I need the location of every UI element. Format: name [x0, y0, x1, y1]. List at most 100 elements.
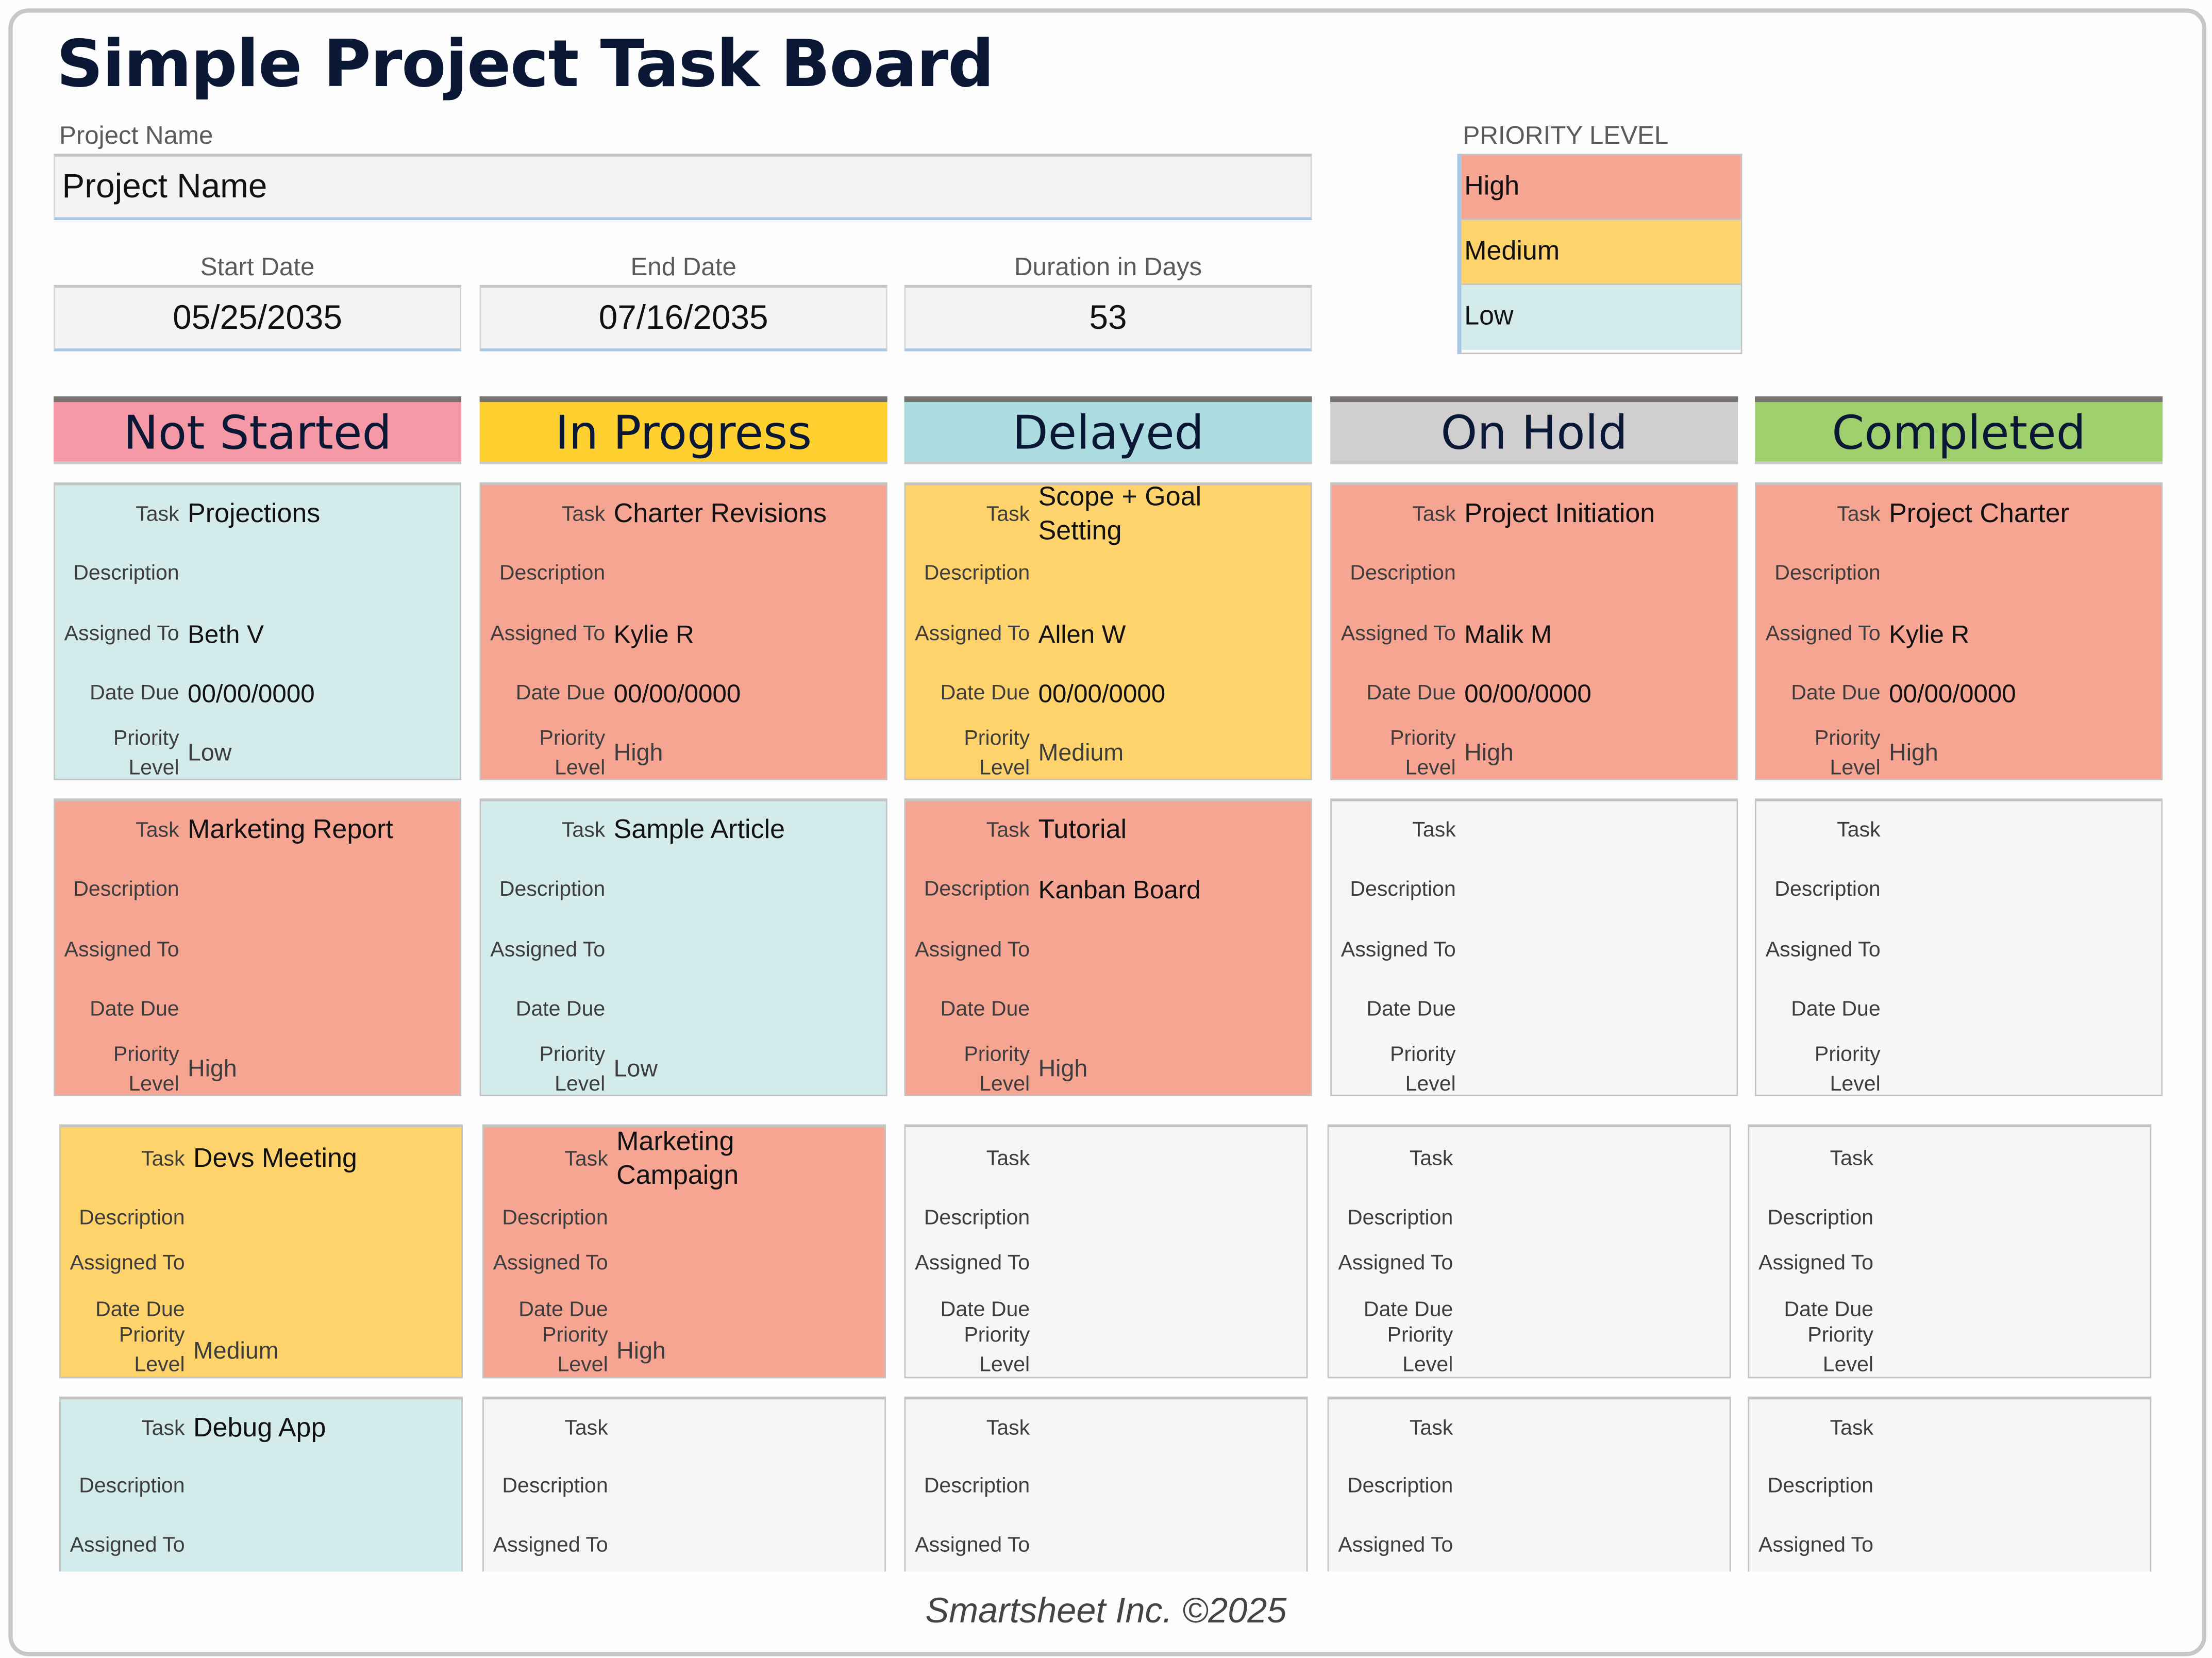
- project-name-field[interactable]: Project Name: [54, 154, 1312, 221]
- assigned-to-value[interactable]: Malik M: [1456, 618, 1552, 650]
- priority-value[interactable]: Low: [179, 738, 231, 768]
- task-card[interactable]: Task Sample Article Description Assigned To…: [479, 798, 887, 1096]
- priority-value[interactable]: Low: [605, 1054, 658, 1084]
- task-card[interactable]: Task Description Assigned To: [1327, 1396, 1731, 1572]
- priority-level-label: Priority Level: [55, 1040, 179, 1099]
- task-card[interactable]: Task Description Assigned To Date Due Priori…: [904, 1124, 1308, 1380]
- priority-level-label: Priority Level: [1332, 724, 1456, 783]
- task-card[interactable]: Task Marketing Campaign Description Assigne…: [482, 1124, 886, 1379]
- assigned-to-value[interactable]: Beth V: [179, 618, 264, 650]
- task-value[interactable]: Debug App: [185, 1412, 326, 1446]
- task-value[interactable]: Marketing Report: [179, 814, 393, 848]
- assigned-to-label: Assigned To: [915, 1251, 1030, 1276]
- task-value[interactable]: Tutorial: [1030, 814, 1127, 848]
- priority-value[interactable]: Medium: [185, 1335, 279, 1365]
- assigned-to-value[interactable]: Kylie R: [605, 618, 694, 650]
- end-date-label: End Date: [630, 252, 736, 281]
- date-due-label: Date Due: [518, 1297, 608, 1321]
- task-value[interactable]: Devs Meeting: [185, 1144, 357, 1177]
- card-field-description: Description: [55, 560, 460, 589]
- task-value[interactable]: Charter Revisions: [605, 498, 827, 532]
- assigned-to-label: Assigned To: [493, 1533, 608, 1557]
- card-field-date-due: Date Due: [906, 1296, 1306, 1324]
- card-field-priority: Priority Level Medium: [906, 724, 1311, 783]
- date-due-label: Date Due: [515, 997, 606, 1021]
- task-card[interactable]: Task Description Assigned To Date Due Priori…: [1327, 1124, 1731, 1379]
- task-card[interactable]: Task Project Charter Description Assigned T…: [1755, 482, 2163, 780]
- priority-legend-label: Low: [1464, 302, 1514, 332]
- level-label-text: Level: [1405, 756, 1456, 780]
- assigned-to-label: Assigned To: [1765, 937, 1881, 962]
- task-value[interactable]: Marketing Campaign: [608, 1127, 857, 1194]
- task-value[interactable]: Project Charter: [1881, 498, 2069, 532]
- card-field-task: Task Project Charter: [1756, 498, 2161, 532]
- date-due-value[interactable]: 00/00/0000: [1881, 678, 2016, 710]
- date-due-label: Date Due: [940, 1297, 1030, 1321]
- assigned-to-label: Assigned To: [70, 1251, 185, 1276]
- task-value[interactable]: Project Initiation: [1456, 498, 1655, 532]
- task-card[interactable]: Task Scope + Goal Setting Description Assig…: [904, 482, 1312, 780]
- card-field-description: Description: [55, 876, 460, 905]
- task-card[interactable]: Task Devs Meeting Description Assigned To Da…: [59, 1124, 463, 1379]
- task-card[interactable]: Task Debug App Description Assigned To: [59, 1396, 463, 1572]
- card-field-task: Task Sample Article: [481, 814, 886, 848]
- task-value[interactable]: Projections: [179, 498, 320, 532]
- task-value[interactable]: Scope + Goal Setting: [1030, 481, 1278, 548]
- end-date-field[interactable]: 07/16/2035: [479, 284, 887, 351]
- task-label: Task: [136, 818, 179, 843]
- task-card[interactable]: Task Marketing Report Description Assigned …: [54, 798, 462, 1099]
- task-card[interactable]: Task Charter Revisions Description Assigned…: [479, 482, 887, 780]
- assigned-to-label: Assigned To: [915, 621, 1030, 645]
- task-card[interactable]: Task Description Assigned To Date Due Priori…: [1755, 798, 2163, 1096]
- task-card[interactable]: Task Description Assigned To: [904, 1396, 1308, 1572]
- task-label: Task: [1830, 1416, 1874, 1441]
- task-label: Task: [986, 818, 1030, 843]
- task-card[interactable]: Task Description Assigned To: [482, 1396, 886, 1572]
- date-due-value[interactable]: 00/00/0000: [1456, 678, 1591, 710]
- priority-label-text: Priority: [113, 726, 179, 750]
- date-due-value[interactable]: 00/00/0000: [179, 678, 315, 710]
- description-label: Description: [1350, 878, 1456, 902]
- priority-value[interactable]: High: [1456, 738, 1514, 768]
- date-due-value[interactable]: 00/00/0000: [605, 678, 741, 710]
- task-value[interactable]: Sample Article: [605, 814, 785, 848]
- description-label: Description: [1774, 878, 1881, 902]
- priority-value[interactable]: High: [179, 1054, 237, 1084]
- card-field-priority: Priority Level High: [906, 1040, 1311, 1099]
- date-due-value[interactable]: 00/00/0000: [1030, 678, 1166, 710]
- level-label-text: Level: [1822, 1353, 1874, 1378]
- start-date-field[interactable]: 05/25/2035: [54, 284, 462, 351]
- level-label-text: Level: [557, 1353, 608, 1378]
- priority-value[interactable]: High: [608, 1335, 666, 1365]
- card-field-task: Task: [1329, 1415, 1729, 1443]
- assigned-to-value[interactable]: Kylie R: [1881, 618, 1969, 650]
- card-field-date-due: Date Due: [1332, 995, 1737, 1024]
- end-date-value: 07/16/2035: [598, 298, 768, 337]
- priority-label-text: Priority: [1814, 726, 1881, 750]
- priority-legend-title: PRIORITY LEVEL: [1463, 121, 1669, 150]
- task-card[interactable]: Task Description Assigned To: [1748, 1396, 2152, 1572]
- priority-label-text: Priority: [539, 726, 606, 750]
- task-card[interactable]: Task Tutorial Description Kanban Board Assig…: [904, 798, 1312, 1096]
- priority-value[interactable]: High: [1030, 1054, 1088, 1084]
- description-label: Description: [73, 561, 179, 586]
- duration-field[interactable]: 53: [904, 284, 1312, 351]
- task-card[interactable]: Task Projections Description Assigned To Bet…: [54, 482, 462, 780]
- task-card[interactable]: Task Project Initiation Description Assigne…: [1330, 482, 1738, 780]
- description-label: Description: [924, 878, 1030, 902]
- level-label-text: Level: [979, 756, 1030, 780]
- start-date-value: 05/25/2035: [173, 298, 342, 337]
- card-field-date-due: Date Due 00/00/0000: [906, 678, 1311, 710]
- task-card[interactable]: Task Description Assigned To Date Due Priori…: [1748, 1124, 2152, 1379]
- priority-legend: High Medium Low: [1457, 154, 1742, 355]
- description-value[interactable]: Kanban Board: [1030, 875, 1201, 907]
- card-field-description: Description: [1332, 876, 1737, 905]
- priority-value[interactable]: High: [1881, 738, 1938, 768]
- card-field-priority: Priority Level: [906, 1321, 1306, 1380]
- task-card[interactable]: Task Description Assigned To Date Due Priori…: [1330, 798, 1738, 1096]
- assigned-to-value[interactable]: Allen W: [1030, 618, 1126, 650]
- assigned-to-label: Assigned To: [490, 621, 606, 645]
- description-label: Description: [1347, 1205, 1453, 1230]
- priority-value[interactable]: High: [605, 738, 663, 768]
- priority-value[interactable]: Medium: [1030, 738, 1124, 768]
